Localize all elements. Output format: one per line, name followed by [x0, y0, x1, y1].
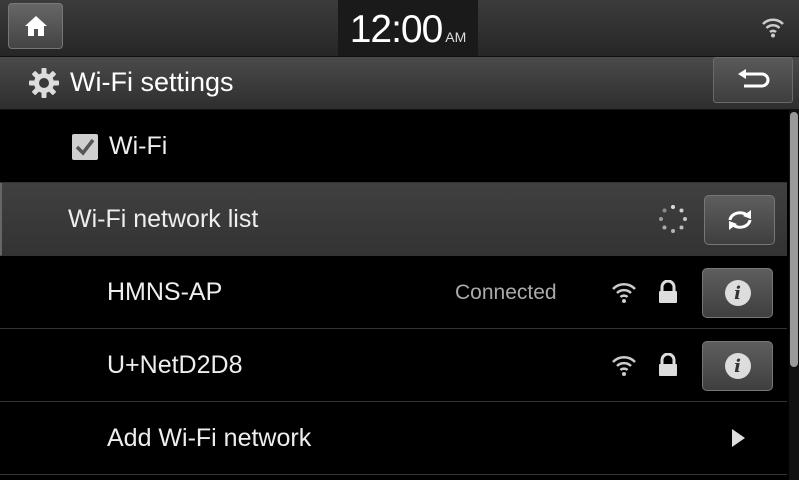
wifi-icon [762, 18, 784, 38]
info-icon: i [724, 280, 751, 306]
network-list-label: Wi-Fi network list [68, 205, 259, 233]
wifi-signal-icon [612, 355, 636, 376]
network-info-button[interactable]: i [702, 268, 773, 318]
add-network-row[interactable]: Add Wi-Fi network [0, 402, 787, 475]
network-ssid: U+NetD2D8 [107, 351, 243, 379]
scrollbar[interactable] [789, 110, 799, 480]
network-row[interactable]: U+NetD2D8 i [0, 329, 787, 402]
clock-ampm: AM [445, 29, 467, 45]
back-arrow-icon [738, 69, 770, 88]
lock-icon [659, 280, 677, 303]
clock-time: 12:00 [349, 8, 444, 51]
checkmark-icon [75, 138, 95, 156]
wifi-toggle-row[interactable]: Wi-Fi [0, 110, 787, 183]
clock: 12:00 AM [338, 0, 478, 56]
network-row[interactable]: HMNS-AP Connected i [0, 256, 787, 329]
page-title: Wi-Fi settings [70, 67, 234, 97]
refresh-icon [728, 210, 751, 230]
network-ssid: HMNS-AP [107, 278, 223, 306]
gear-icon [29, 68, 59, 98]
scrollbar-thumb[interactable] [790, 112, 798, 367]
network-list-row[interactable]: Wi-Fi network list [0, 183, 787, 256]
add-network-label: Add Wi-Fi network [107, 424, 312, 452]
wifi-checkbox[interactable] [72, 134, 98, 160]
refresh-button[interactable] [704, 195, 775, 245]
back-button[interactable] [713, 57, 793, 103]
status-bar: 12:00 AM [0, 0, 799, 57]
chevron-right-icon [732, 429, 745, 447]
lock-icon [659, 353, 677, 376]
wifi-signal-icon [612, 282, 636, 303]
network-info-button[interactable]: i [702, 341, 773, 391]
info-icon: i [724, 353, 751, 379]
title-bar: Wi-Fi settings [0, 57, 799, 110]
home-icon [24, 16, 47, 36]
home-button[interactable] [8, 3, 63, 49]
network-status: Connected [455, 281, 557, 304]
settings-list: Wi-Fi Wi-Fi network list HMNS-AP Connect… [0, 110, 787, 475]
loading-spinner-icon [659, 205, 687, 233]
wifi-toggle-label: Wi-Fi [109, 132, 168, 160]
